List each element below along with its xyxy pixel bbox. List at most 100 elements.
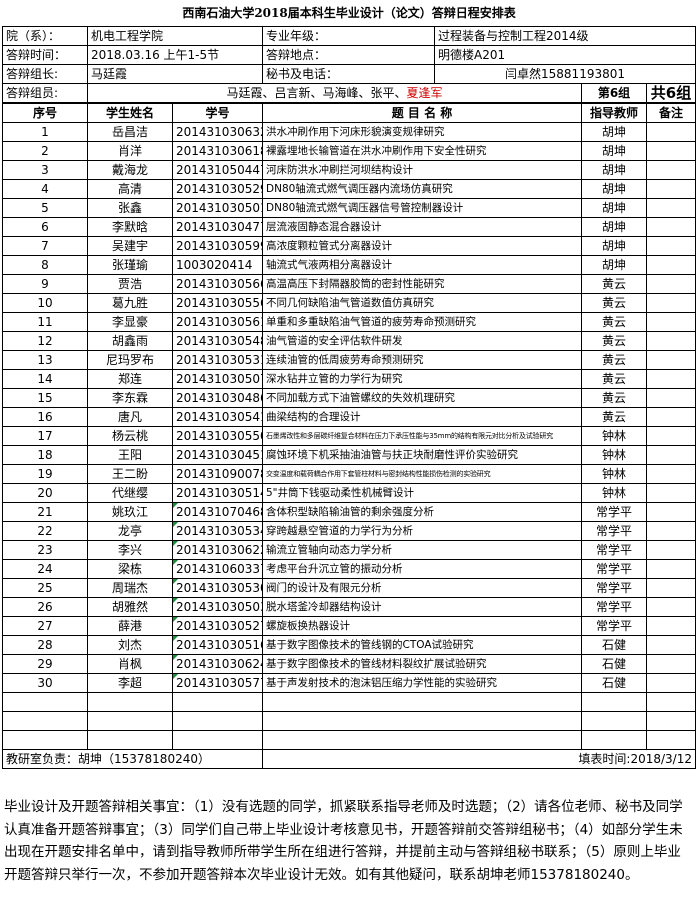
- student-name: 郑连: [87, 369, 173, 389]
- student-id: 201431030624: [172, 654, 263, 674]
- header-id: 学号: [172, 103, 263, 123]
- table-row: 30 李超 201431030577 基于声发射技术的泡沫铝压缩力学性能的实验研究 石健: [2, 673, 696, 693]
- advisor-name: 常学平: [581, 502, 647, 522]
- student-name: 李默晗: [87, 217, 173, 237]
- row-number: 29: [2, 654, 88, 674]
- table-row: 16 唐凡 201431030541 曲梁结构的合理设计 黄云: [2, 407, 696, 427]
- student-id: 201431030529: [172, 179, 263, 199]
- topic-title: 阀门的设计及有限元分析: [262, 578, 582, 598]
- dept-label: 院（系）：: [2, 26, 88, 46]
- advisor-name: 石健: [581, 635, 647, 655]
- remark-cell: [646, 217, 696, 237]
- table-row: 12 胡鑫雨 201431030548 油气管道的安全评估软件研发 黄云: [2, 331, 696, 351]
- remark-cell: [646, 141, 696, 161]
- topic-title: 洪水冲刷作用下河床形貌演变规律研究: [262, 122, 582, 142]
- remark-cell: [646, 483, 696, 503]
- student-id: 201431030632: [172, 122, 263, 142]
- table-row: 2 肖洋 201431030618 裸露埋地长输管道在洪水冲刷作用下安全性研究 胡坤: [2, 141, 696, 161]
- remark-cell: [646, 293, 696, 313]
- header-remark: 备注: [646, 103, 696, 123]
- topic-title: 轴流式气液两相分离器设计: [262, 255, 582, 275]
- student-name: 王阳: [87, 445, 173, 465]
- topic-title: 单重和多重缺陷油气管道的疲劳寿命预测研究: [262, 312, 582, 332]
- remark-cell: [646, 502, 696, 522]
- student-name: 李显豪: [87, 312, 173, 332]
- fill-time: 填表时间:2018/3/12: [262, 749, 696, 769]
- advisor-name: 常学平: [581, 616, 647, 636]
- advisor-name: 钟林: [581, 483, 647, 503]
- row-number: 7: [2, 236, 88, 256]
- group-number: 第6组: [581, 83, 647, 103]
- time-value: 2018.03.16 上午1-5节: [87, 45, 263, 65]
- table-row: 20 代继缨 201431030514 5"井筒下钱驱动柔性机械臂设计 钟林: [2, 483, 696, 503]
- row-number: 13: [2, 350, 88, 370]
- student-id: 201431030531: [172, 350, 263, 370]
- student-id: 201431030514: [172, 483, 263, 503]
- secretary-value: 闫卓然15881193801: [433, 64, 697, 84]
- row-number: 16: [2, 407, 88, 427]
- row-number: 28: [2, 635, 88, 655]
- table-row: 8 张瑾瑜 1003020414 轴流式气液两相分离器设计 胡坤: [2, 255, 696, 275]
- leader-label: 答辩组长:: [2, 64, 88, 84]
- student-name: 李兴: [87, 540, 173, 560]
- row-number: 21: [2, 502, 88, 522]
- student-id: 1003020414: [172, 255, 263, 275]
- remark-cell: [646, 274, 696, 294]
- student-id: 201431090078: [172, 464, 263, 484]
- student-id: 201431030501: [172, 198, 263, 218]
- table-row: 10 葛九胜 201431030556 不同几何缺陷油气管道数值仿真研究 黄云: [2, 293, 696, 313]
- remark-cell: [646, 388, 696, 408]
- topic-title: 交变温度和载荷耦合作用下套管柱材料与密封结构性能损伤检测的实验研究: [262, 464, 582, 484]
- advisor-name: 胡坤: [581, 255, 647, 275]
- table-row: 4 高清 201431030529 DN80轴流式燃气调压器内流场仿真研究 胡坤: [2, 179, 696, 199]
- group-total: 共6组: [645, 83, 697, 103]
- table-row: 11 李显豪 201431030561 单重和多重缺陷油气管道的疲劳寿命预测研究 黄云: [2, 312, 696, 332]
- student-name: 杨云桃: [87, 426, 173, 446]
- place-value: 明德楼A201: [433, 45, 697, 65]
- remark-cell: [646, 350, 696, 370]
- student-id: 201431030622: [172, 540, 263, 560]
- advisor-name: 胡坤: [581, 160, 647, 180]
- table-row: 21 姚玖江 201431070468 含体积型缺陷输油管的剩余强度分析 常学平: [2, 502, 696, 522]
- remark-cell: [646, 160, 696, 180]
- student-name: 李超: [87, 673, 173, 693]
- table-row: 27 薛港 201431030527 螺旋板换热器设计 常学平: [2, 616, 696, 636]
- remark-cell: [646, 255, 696, 275]
- remark-cell: [646, 179, 696, 199]
- row-number: 27: [2, 616, 88, 636]
- topic-title: 石墨烯改性和多层碳纤维复合材料在压力下承压性能与35mm的结构有限元对比分析及试…: [262, 426, 582, 446]
- time-label: 答辩时间：: [2, 45, 88, 65]
- table-row: 7 吴建宇 201431030599 高浓度颗粒管式分离器设计 胡坤: [2, 236, 696, 256]
- student-id: 201431070468: [172, 502, 263, 522]
- student-name: 王二盼: [87, 464, 173, 484]
- members-red: 夏逢军: [406, 86, 443, 100]
- row-number: 4: [2, 179, 88, 199]
- row-number: 11: [2, 312, 88, 332]
- topic-title: 基于声发射技术的泡沫铝压缩力学性能的实验研究: [262, 673, 582, 693]
- remark-cell: [646, 236, 696, 256]
- advisor-name: 胡坤: [581, 236, 647, 256]
- topic-title: 裸露埋地长输管道在洪水冲刷作用下安全性研究: [262, 141, 582, 161]
- topic-title: 深水钻井立管的力学行为研究: [262, 369, 582, 389]
- table-row: 23 李兴 201431030622 输流立管轴向动态力学分析 常学平: [2, 540, 696, 560]
- student-id: 201431030534: [172, 521, 263, 541]
- table-header: 序号 学生姓名 学号 题 目 名 称 指导教师 备注: [2, 103, 696, 123]
- remark-cell: [646, 312, 696, 332]
- advisor-name: 黄云: [581, 369, 647, 389]
- student-name: 吴建宇: [87, 236, 173, 256]
- student-id: 201431030530: [172, 578, 263, 598]
- topic-title: 5"井筒下钱驱动柔性机械臂设计: [262, 483, 582, 503]
- student-name: 梁栋: [87, 559, 173, 579]
- remark-cell: [646, 426, 696, 446]
- student-name: 肖枫: [87, 654, 173, 674]
- student-name: 代继缨: [87, 483, 173, 503]
- topic-title: 基于数字图像技术的管线钢的CTOA试验研究: [262, 635, 582, 655]
- secretary-label: 秘书及电话：: [262, 64, 435, 84]
- row-number: 3: [2, 160, 88, 180]
- row-number: 20: [2, 483, 88, 503]
- student-name: 肖洋: [87, 141, 173, 161]
- student-id: 201431030599: [172, 236, 263, 256]
- header-topic: 题 目 名 称: [262, 103, 582, 123]
- advisor-name: 钟林: [581, 464, 647, 484]
- student-name: 龙亭: [87, 521, 173, 541]
